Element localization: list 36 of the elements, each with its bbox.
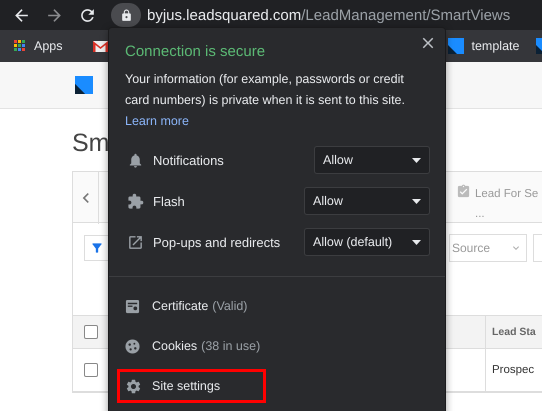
popup-description: Your information (for example, passwords or credit card numbers) is private when it is sent to this site. [125, 71, 406, 109]
caret-icon [412, 158, 421, 162]
checkbox[interactable] [84, 325, 98, 339]
bell-icon [127, 152, 144, 168]
bookmark-label[interactable]: Apps [34, 39, 62, 53]
checkbox[interactable] [84, 363, 98, 377]
caret-icon [412, 240, 421, 244]
site-info-item[interactable]: Cookies (38 in use) [117, 329, 266, 363]
settings-icon [125, 378, 142, 394]
permission-select[interactable]: Allow (default) [304, 228, 430, 256]
permission-label: Flash [153, 194, 186, 208]
logo-icon [75, 76, 93, 94]
puzzle-icon [127, 192, 144, 210]
logo-icon [448, 38, 464, 54]
apps-grid-icon [14, 40, 26, 52]
bookmark-label[interactable]: template [472, 39, 520, 53]
mail-icon [92, 40, 108, 52]
clipboard-check-icon [456, 184, 471, 199]
site-info-item[interactable]: Certificate (Valid) [117, 289, 266, 323]
permission-select[interactable]: Allow [314, 146, 430, 174]
permission-select[interactable]: Allow [304, 187, 430, 215]
column-header[interactable]: Lead Sta [485, 316, 542, 348]
certificate-icon [125, 298, 140, 314]
permission-label: Notifications [153, 152, 225, 168]
learn-more-link[interactable]: Learn more [125, 111, 189, 132]
caret-icon [412, 198, 421, 204]
filter-icon [90, 241, 104, 255]
page-heading: Sm [72, 129, 110, 158]
external-link-icon [127, 234, 144, 250]
filter-button[interactable] [84, 235, 110, 261]
popup-title: Connection is secure [125, 43, 266, 60]
site-info-item[interactable]: Site settings [117, 369, 266, 403]
permission-label: Pop-ups and redirects [153, 234, 282, 250]
table-cell: Prospec [485, 349, 542, 391]
cookie-icon [125, 338, 140, 354]
lock-icon[interactable] [111, 3, 141, 27]
